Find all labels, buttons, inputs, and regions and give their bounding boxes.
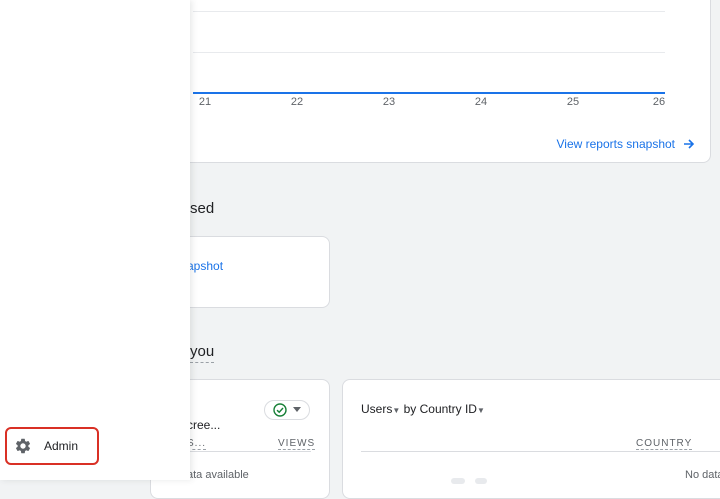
card-title: cree... (187, 418, 221, 432)
table-divider (187, 451, 311, 452)
table-divider (361, 451, 720, 452)
loading-placeholder (451, 478, 465, 484)
chart-gridline (193, 52, 665, 53)
admin-nav-item[interactable]: Admin (5, 427, 99, 465)
loading-placeholder (475, 478, 487, 484)
home-chart-card: 21 22 23 24 25 26 View reports snapshot (150, 0, 711, 163)
card-title: Users▼ by Country ID▼ (361, 402, 485, 416)
x-tick-label: 22 (290, 96, 304, 108)
section-title-suggested-label: you (190, 343, 215, 363)
no-data-message: ata available (187, 469, 249, 481)
column-header-country-label: COUNTRY (636, 438, 693, 450)
x-tick-label: 23 (382, 96, 396, 108)
section-title-suggested: you (190, 343, 215, 363)
x-tick-label: 21 (198, 96, 212, 108)
caret-down-icon: ▼ (392, 406, 401, 415)
view-reports-snapshot-label: View reports snapshot (556, 137, 675, 151)
gear-icon (15, 438, 31, 454)
column-header-views-label: VIEWS (278, 438, 316, 450)
chart-series-line (193, 92, 665, 94)
recent-item-link[interactable]: apshot (187, 259, 223, 273)
suggested-card-users-by-country: Users▼ by Country ID▼ COUNTRY No data (342, 379, 720, 499)
x-tick-label: 26 (652, 96, 666, 108)
status-dropdown[interactable] (264, 400, 310, 420)
section-title-recently-accessed: sed (190, 200, 215, 217)
dimension-selector-label: by Country ID (403, 402, 477, 416)
check-circle-icon (273, 403, 287, 417)
chart-gridline (193, 11, 665, 12)
arrow-right-icon (684, 139, 695, 149)
x-tick-label: 25 (566, 96, 580, 108)
x-tick-label: 24 (474, 96, 488, 108)
view-reports-snapshot-link[interactable]: View reports snapshot (556, 137, 695, 151)
metric-selector[interactable]: Users▼ (361, 402, 400, 416)
column-header-country[interactable]: COUNTRY (636, 438, 693, 450)
dimension-selector[interactable]: by Country ID▼ (404, 402, 485, 416)
caret-down-icon: ▼ (476, 406, 485, 415)
caret-down-icon (293, 407, 301, 412)
no-data-message: No data (685, 469, 720, 481)
column-header-views[interactable]: VIEWS (278, 438, 316, 450)
metric-selector-label: Users (361, 402, 393, 416)
admin-label: Admin (44, 439, 79, 453)
nav-drawer: Admin (0, 0, 190, 480)
